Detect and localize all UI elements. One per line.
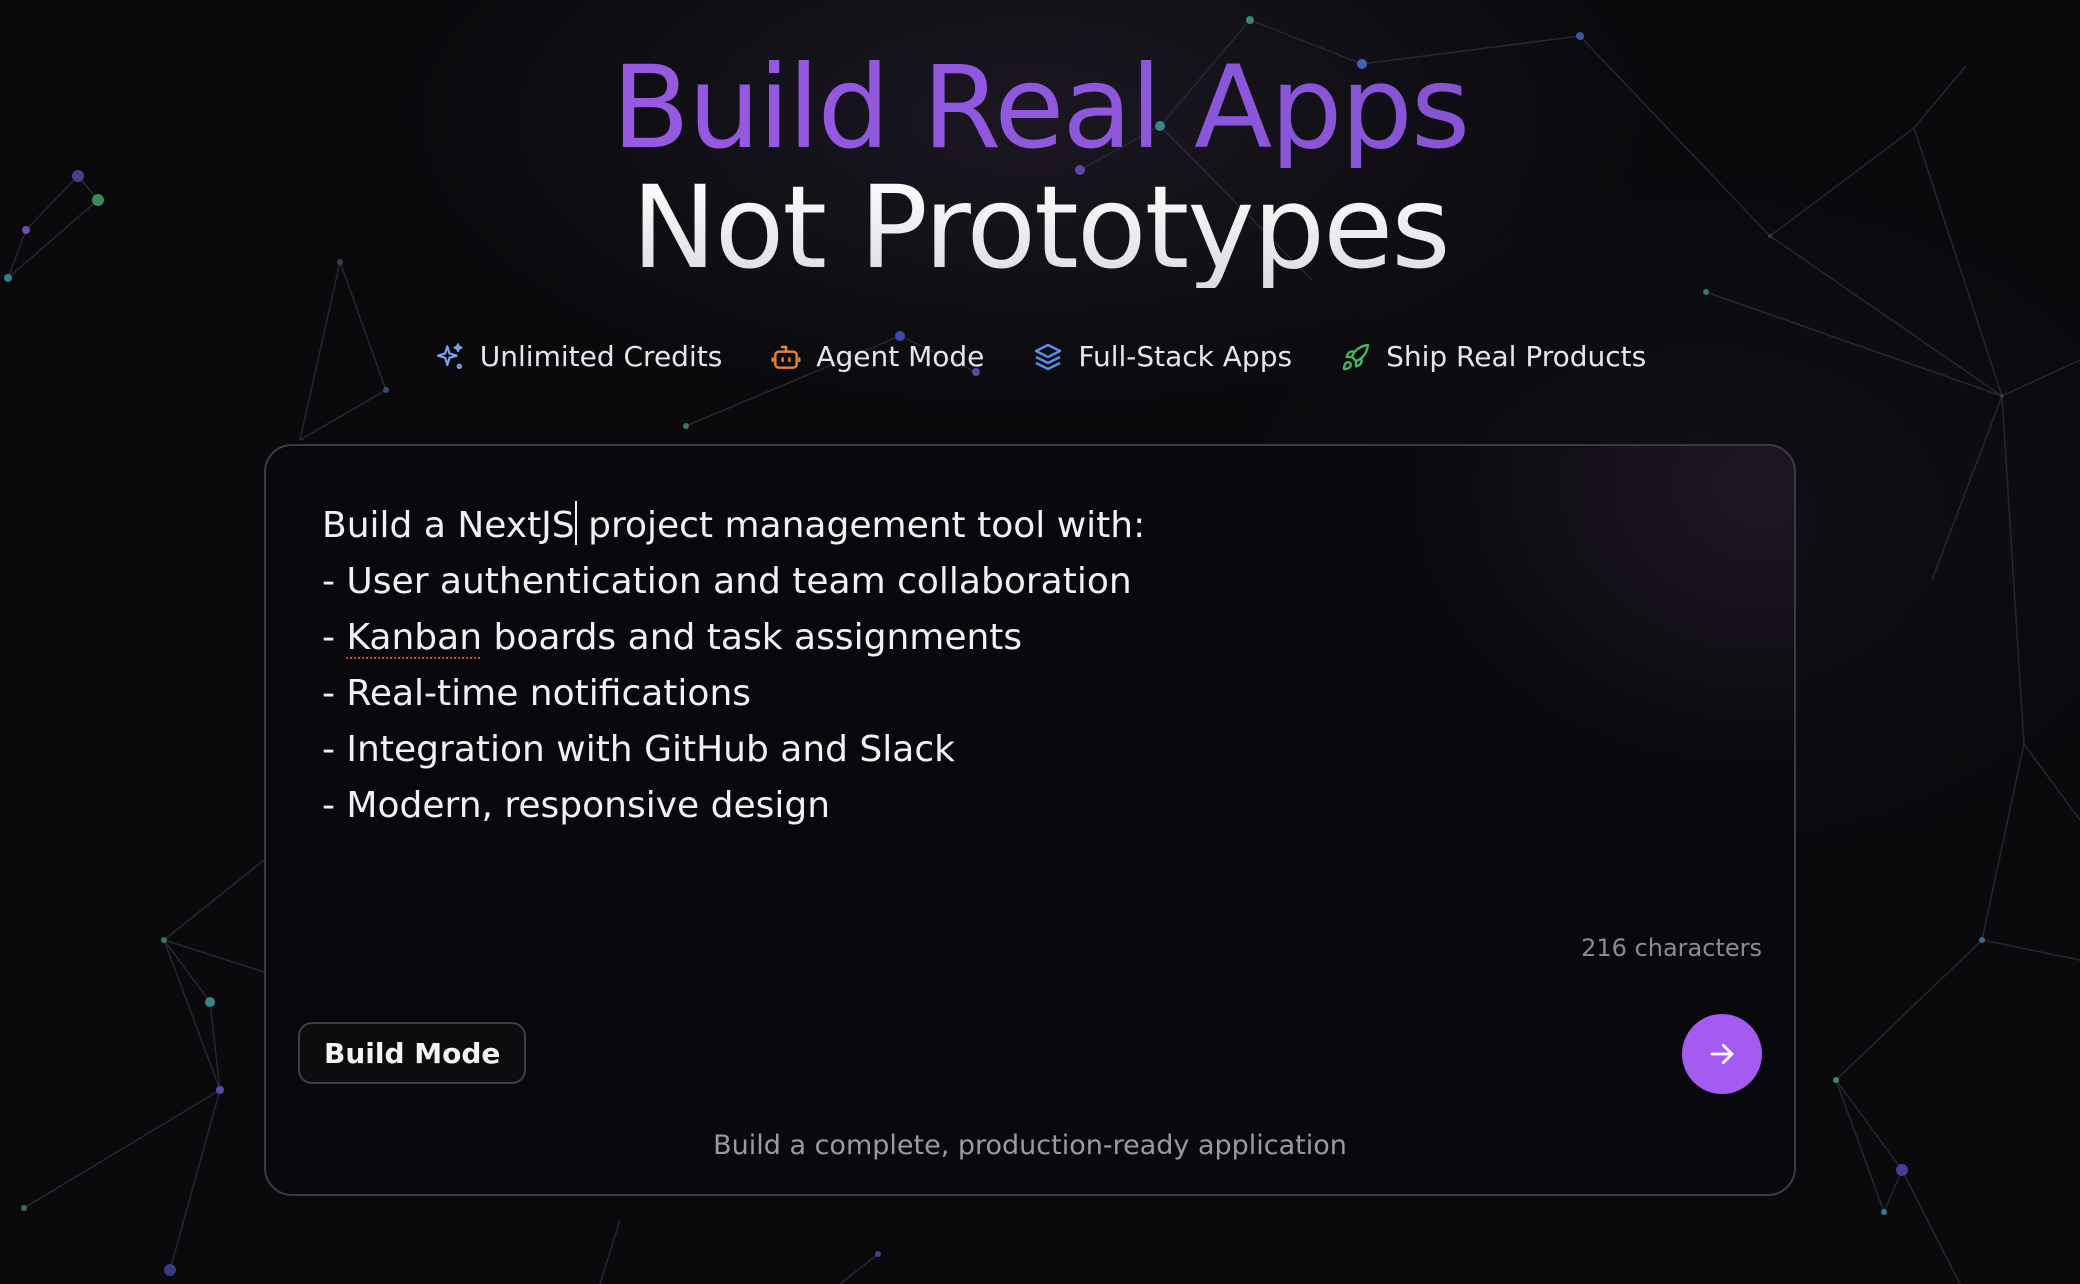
layers-icon <box>1035 343 1062 370</box>
prompt-line: - Integration with GitHub and Slack <box>322 729 955 770</box>
rocket-icon <box>1342 343 1370 370</box>
prompt-card: Build a NextJS project management tool w… <box>264 444 1796 1196</box>
feature-unlimited-credits: Unlimited Credits <box>434 340 723 373</box>
prompt-textarea[interactable]: Build a NextJS project management tool w… <box>322 498 1702 834</box>
prompt-line: - Kanban boards and task assignments <box>322 610 1702 666</box>
prompt-text: boards and task assignments <box>482 617 1023 658</box>
feature-label: Agent Mode <box>816 340 985 373</box>
prompt-line: - Real-time notifications <box>322 673 752 714</box>
prompt-text: - <box>322 617 347 658</box>
prompt-text: project management tool with: <box>576 505 1146 546</box>
arrow-right-icon <box>1710 1043 1734 1065</box>
sparkles-icon <box>436 342 463 369</box>
prompt-line: - Modern, responsive design <box>322 785 831 826</box>
prompt-text: Build a NextJS <box>322 505 575 546</box>
build-mode-button[interactable]: Build Mode <box>298 1022 527 1084</box>
feature-list: Unlimited Credits Agent Mode Full-Stack … <box>0 340 2080 373</box>
feature-label: Unlimited Credits <box>479 340 723 373</box>
feature-agent-mode: Agent Mode <box>770 340 984 373</box>
prompt-line: - User authentication and team collabora… <box>322 561 1132 602</box>
mode-hint: Build a complete, production-ready appli… <box>713 1130 1347 1161</box>
page: Build Real Apps Not Prototypes Unlimited… <box>0 0 2080 1284</box>
spellcheck-flagged-word: Kanban <box>346 617 483 658</box>
feature-label: Ship Real Products <box>1386 340 1647 373</box>
hero-heading: Build Real Apps Not Prototypes <box>0 48 2080 288</box>
character-count: 216 characters <box>1581 934 1762 962</box>
feature-ship-real-products: Ship Real Products <box>1340 340 1646 373</box>
robot-icon <box>771 345 801 369</box>
feature-full-stack-apps: Full-Stack Apps <box>1032 340 1292 373</box>
prompt-line: Build a NextJS project management tool w… <box>322 498 1702 554</box>
feature-label: Full-Stack Apps <box>1078 340 1293 373</box>
send-button[interactable] <box>1682 1014 1762 1094</box>
hero-accent-line: Build Real Apps <box>0 48 2080 168</box>
hero-main-line: Not Prototypes <box>0 168 2080 288</box>
